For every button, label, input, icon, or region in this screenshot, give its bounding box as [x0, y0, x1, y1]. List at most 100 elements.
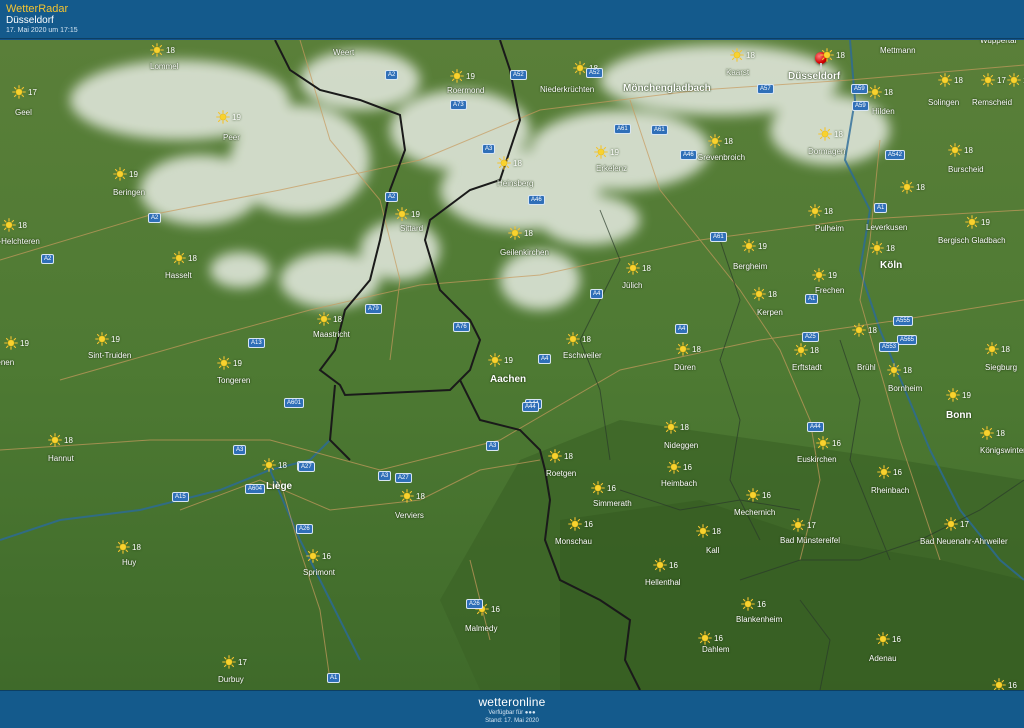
weather-marker[interactable]: 16 [568, 517, 593, 531]
weather-marker[interactable]: 17 [944, 517, 969, 531]
weather-marker[interactable]: 16 [877, 465, 902, 479]
city-label[interactable]: Hannut [48, 454, 74, 463]
weather-marker[interactable]: 19 [488, 353, 513, 367]
city-label[interactable]: Köln [880, 260, 902, 271]
city-label[interactable]: Durbuy [218, 675, 244, 684]
weather-marker[interactable]: 18 [985, 342, 1010, 356]
city-label[interactable]: Malmedy [465, 624, 497, 633]
weather-marker[interactable]: 19 [450, 69, 475, 83]
weather-marker[interactable]: 18 [938, 73, 963, 87]
weather-marker[interactable]: 18 [696, 524, 721, 538]
weather-marker[interactable]: 19 [742, 239, 767, 253]
weather-marker[interactable]: 18 [887, 363, 912, 377]
weather-marker[interactable]: 18 [870, 241, 895, 255]
city-label[interactable]: Mönchengladbach [623, 83, 711, 94]
city-label[interactable]: Tongeren [217, 376, 250, 385]
weather-marker[interactable]: 17 [791, 518, 816, 532]
city-label[interactable]: Dahlem [702, 645, 730, 654]
city-label[interactable]: Kaarst [726, 68, 749, 77]
city-label[interactable]: Frechen [815, 286, 844, 295]
city-label[interactable]: Mechernich [734, 508, 775, 517]
weather-marker[interactable]: 18 [808, 204, 833, 218]
city-label[interactable]: Brühl [857, 363, 876, 372]
city-label[interactable]: Euskirchen [797, 455, 837, 464]
weather-marker[interactable]: 16 [741, 597, 766, 611]
city-label[interactable]: Geilenkirchen [500, 248, 549, 257]
city-label[interactable]: Bad Neuenahr-Ahrweiler [920, 537, 1008, 546]
weather-marker[interactable]: 18 [900, 180, 925, 194]
weather-marker[interactable]: 19 [395, 207, 420, 221]
weather-marker[interactable]: 18 [2, 218, 27, 232]
city-label[interactable]: Houthalen-Helchteren [0, 237, 40, 246]
weather-map[interactable]: Weert Lommel Roermond Niederkrüchten Mönchen… [0, 40, 1024, 690]
city-label[interactable]: Erftstadt [792, 363, 822, 372]
weather-marker[interactable]: 18 [150, 43, 175, 57]
weather-marker[interactable]: 16 [746, 488, 771, 502]
weather-marker[interactable]: 18 [752, 287, 777, 301]
city-label[interactable]: Geel [15, 108, 32, 117]
weather-marker[interactable]: 18 [818, 127, 843, 141]
city-label[interactable]: Verviers [395, 511, 424, 520]
weather-marker[interactable]: 18 [262, 458, 287, 472]
weather-marker[interactable]: 17 [222, 655, 247, 669]
city-label[interactable]: Aachen [490, 374, 526, 385]
weather-marker[interactable]: 18 [626, 261, 651, 275]
city-label[interactable]: Grevenbroich [697, 153, 745, 162]
city-label[interactable]: Bonn [946, 410, 972, 421]
city-label[interactable]: Monschau [555, 537, 592, 546]
weather-marker[interactable]: 18 [980, 426, 1005, 440]
weather-marker[interactable]: 16 [667, 460, 692, 474]
city-label[interactable]: Huy [122, 558, 136, 567]
city-label[interactable]: Solingen [928, 98, 959, 107]
city-label[interactable]: Bergheim [733, 262, 767, 271]
weather-marker[interactable]: 16 [306, 549, 331, 563]
city-label[interactable]: Mettmann [880, 46, 916, 55]
city-label[interactable]: Düsseldorf [788, 71, 840, 82]
weather-marker[interactable]: 18 [400, 489, 425, 503]
city-label[interactable]: Niederkrüchten [540, 85, 594, 94]
weather-marker[interactable]: 19 [812, 268, 837, 282]
weather-marker[interactable]: 18 [676, 342, 701, 356]
city-label[interactable]: Jülich [622, 281, 642, 290]
brand-logo[interactable]: wetteronline [0, 695, 1024, 709]
city-label[interactable]: Hellenthal [645, 578, 681, 587]
weather-marker[interactable]: 18 [708, 134, 733, 148]
weather-marker[interactable]: 18 [116, 540, 141, 554]
weather-marker[interactable]: 19 [965, 215, 990, 229]
weather-marker[interactable]: 16 [816, 436, 841, 450]
city-label[interactable]: Düren [674, 363, 696, 372]
weather-marker[interactable]: 18 [566, 332, 591, 346]
weather-marker[interactable]: 16 [591, 481, 616, 495]
city-label[interactable]: Siegburg [985, 363, 1017, 372]
city-label[interactable]: Sint-Truiden [88, 351, 131, 360]
weather-marker[interactable]: 17 [981, 73, 1006, 87]
weather-marker[interactable]: 18 [852, 323, 877, 337]
city-label[interactable]: Tienen [0, 358, 14, 367]
weather-marker[interactable]: 16 [698, 631, 723, 645]
weather-marker[interactable]: 16 [653, 558, 678, 572]
weather-marker[interactable]: 16 [876, 632, 901, 646]
city-label[interactable]: Lommel [150, 62, 178, 71]
city-label[interactable]: Rheinbach [871, 486, 909, 495]
weather-marker[interactable]: 19 [946, 388, 971, 402]
weather-marker[interactable]: 18 [548, 449, 573, 463]
weather-marker[interactable]: 18 [820, 48, 845, 62]
city-label[interactable]: Weert [333, 48, 354, 57]
city-label[interactable]: Wuppertal [980, 40, 1016, 45]
city-label[interactable]: Dormagen [808, 147, 845, 156]
city-label[interactable]: Pulheim [815, 224, 844, 233]
city-label[interactable]: Nideggen [664, 441, 698, 450]
city-label[interactable]: Königswinter [980, 446, 1024, 455]
city-label[interactable]: Sprimont [303, 568, 335, 577]
city-label[interactable]: Hilden [872, 107, 895, 116]
city-label[interactable]: Roermond [447, 86, 484, 95]
weather-marker[interactable]: 19 [594, 145, 619, 159]
weather-marker[interactable]: 18 [172, 251, 197, 265]
weather-marker[interactable]: 19 [217, 356, 242, 370]
weather-marker[interactable]: 18 [730, 48, 755, 62]
city-label[interactable]: Beringen [113, 188, 145, 197]
city-label[interactable]: Burscheid [948, 165, 984, 174]
weather-marker[interactable]: 18 [868, 85, 893, 99]
weather-marker[interactable]: 18 [508, 226, 533, 240]
weather-marker[interactable]: 18 [948, 143, 973, 157]
